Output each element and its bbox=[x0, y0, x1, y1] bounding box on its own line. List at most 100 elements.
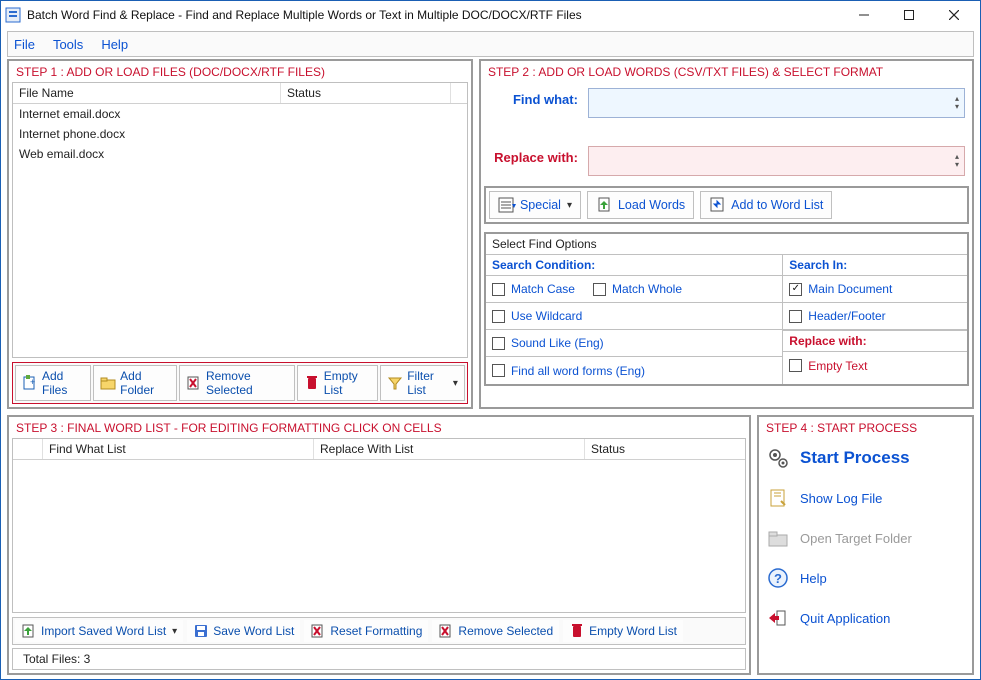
add-folder-label: Add Folder bbox=[120, 369, 170, 397]
remove-selected-button[interactable]: Remove Selected bbox=[179, 365, 295, 401]
step3-title: STEP 3 : FINAL WORD LIST - FOR EDITING F… bbox=[12, 420, 746, 438]
remove-selected-wl-button[interactable]: Remove Selected bbox=[432, 620, 559, 642]
find-options-title: Select Find Options bbox=[486, 234, 967, 254]
menu-file[interactable]: File bbox=[14, 37, 35, 52]
step4-panel: STEP 4 : START PROCESS Start Process Sho… bbox=[757, 415, 974, 675]
word-list-body bbox=[13, 460, 745, 612]
file-row[interactable]: Internet email.docx bbox=[13, 104, 467, 124]
special-label: Special bbox=[520, 198, 561, 212]
add-to-word-list-button[interactable]: Add to Word List bbox=[700, 191, 832, 219]
col-tail bbox=[451, 83, 467, 103]
file-status-cell bbox=[281, 144, 467, 164]
save-label: Save Word List bbox=[213, 624, 294, 638]
file-row[interactable]: Internet phone.docx bbox=[13, 124, 467, 144]
match-whole-checkbox[interactable]: Match Whole bbox=[593, 282, 682, 296]
find-what-input[interactable] bbox=[589, 89, 950, 117]
search-in-header: Search In: bbox=[783, 255, 967, 276]
open-target-button[interactable]: Open Target Folder bbox=[762, 518, 969, 558]
find-what-label: Find what: bbox=[488, 88, 578, 107]
add-to-list-label: Add to Word List bbox=[731, 198, 823, 212]
empty-text-checkbox[interactable]: Empty Text bbox=[789, 359, 867, 373]
empty-list-icon bbox=[304, 375, 320, 391]
replace-with-box: ▴▾ bbox=[588, 146, 965, 176]
filter-list-label: Filter List bbox=[407, 369, 447, 397]
log-icon bbox=[766, 486, 790, 510]
empty-icon bbox=[569, 623, 585, 639]
word-list[interactable]: Find What List Replace With List Status bbox=[12, 438, 746, 613]
add-files-label: Add Files bbox=[42, 369, 84, 397]
add-files-button[interactable]: + Add Files bbox=[15, 365, 91, 401]
menu-help[interactable]: Help bbox=[101, 37, 128, 52]
file-name-cell: Internet phone.docx bbox=[13, 124, 281, 144]
find-what-box: ▴▾ bbox=[588, 88, 965, 118]
help-label: Help bbox=[800, 571, 827, 586]
col-replace-with[interactable]: Replace With List bbox=[314, 439, 585, 459]
dropdown-arrow-icon: ▾ bbox=[172, 626, 177, 637]
load-words-icon bbox=[596, 196, 614, 214]
file-status-cell bbox=[281, 124, 467, 144]
main-document-checkbox[interactable]: ✓Main Document bbox=[789, 282, 892, 296]
menubar: File Tools Help bbox=[7, 31, 974, 57]
import-label: Import Saved Word List bbox=[41, 624, 166, 638]
step2-title: STEP 2 : ADD OR LOAD WORDS (CSV/TXT FILE… bbox=[484, 64, 969, 82]
file-row[interactable]: Web email.docx bbox=[13, 144, 467, 164]
help-button[interactable]: ? Help bbox=[762, 558, 969, 598]
load-words-label: Load Words bbox=[618, 198, 685, 212]
save-word-list-button[interactable]: Save Word List bbox=[187, 620, 300, 642]
add-folder-icon bbox=[100, 375, 116, 391]
replace-with-input[interactable] bbox=[589, 147, 950, 175]
quit-button[interactable]: Quit Application bbox=[762, 598, 969, 638]
search-condition-header: Search Condition: bbox=[486, 255, 782, 276]
filter-list-button[interactable]: Filter List ▾ bbox=[380, 365, 465, 401]
save-icon bbox=[193, 623, 209, 639]
menu-tools[interactable]: Tools bbox=[53, 37, 83, 52]
empty-list-label: Empty List bbox=[324, 369, 371, 397]
empty-label: Empty Word List bbox=[589, 624, 677, 638]
special-button[interactable]: Special ▾ bbox=[489, 191, 581, 219]
folder-icon bbox=[766, 526, 790, 550]
file-name-cell: Web email.docx bbox=[13, 144, 281, 164]
remove-selected-icon bbox=[186, 375, 202, 391]
show-log-button[interactable]: Show Log File bbox=[762, 478, 969, 518]
all-word-forms-checkbox[interactable]: Find all word forms (Eng) bbox=[492, 364, 645, 378]
step1-panel: STEP 1 : ADD OR LOAD FILES (DOC/DOCX/RTF… bbox=[7, 59, 473, 409]
import-icon bbox=[21, 623, 37, 639]
svg-text:?: ? bbox=[774, 571, 782, 586]
spin-down-icon[interactable]: ▾ bbox=[950, 103, 964, 111]
spin-down-icon[interactable]: ▾ bbox=[950, 161, 964, 169]
gear-icon bbox=[766, 446, 790, 470]
empty-word-list-button[interactable]: Empty Word List bbox=[563, 620, 683, 642]
header-footer-checkbox[interactable]: Header/Footer bbox=[789, 309, 885, 323]
col-filename[interactable]: File Name bbox=[13, 83, 281, 103]
add-to-list-icon bbox=[709, 196, 727, 214]
step4-title: STEP 4 : START PROCESS bbox=[762, 420, 969, 438]
add-files-icon: + bbox=[22, 375, 38, 391]
start-process-button[interactable]: Start Process bbox=[762, 438, 969, 478]
match-case-checkbox[interactable]: Match Case bbox=[492, 282, 575, 296]
status-bar: Total Files: 3 bbox=[12, 648, 746, 670]
step1-toolbar: + Add Files Add Folder Remove Selected E… bbox=[12, 362, 468, 404]
sound-like-checkbox[interactable]: Sound Like (Eng) bbox=[492, 336, 604, 350]
col-select[interactable] bbox=[13, 439, 43, 459]
col-find-what[interactable]: Find What List bbox=[43, 439, 314, 459]
maximize-button[interactable] bbox=[886, 1, 931, 29]
col-status[interactable]: Status bbox=[585, 439, 745, 459]
load-words-button[interactable]: Load Words bbox=[587, 191, 694, 219]
dropdown-arrow-icon: ▾ bbox=[453, 378, 458, 389]
replace-with-label: Replace with: bbox=[488, 146, 578, 165]
minimize-button[interactable] bbox=[841, 1, 886, 29]
quit-label: Quit Application bbox=[800, 611, 890, 626]
use-wildcard-checkbox[interactable]: Use Wildcard bbox=[492, 309, 582, 323]
col-status[interactable]: Status bbox=[281, 83, 451, 103]
reset-formatting-button[interactable]: Reset Formatting bbox=[304, 620, 428, 642]
empty-list-button[interactable]: Empty List bbox=[297, 365, 378, 401]
step3-panel: STEP 3 : FINAL WORD LIST - FOR EDITING F… bbox=[7, 415, 751, 675]
close-button[interactable] bbox=[931, 1, 976, 29]
import-word-list-button[interactable]: Import Saved Word List ▾ bbox=[15, 620, 183, 642]
word-list-header: Find What List Replace With List Status bbox=[13, 439, 745, 460]
add-folder-button[interactable]: Add Folder bbox=[93, 365, 177, 401]
window-title: Batch Word Find & Replace - Find and Rep… bbox=[27, 8, 841, 22]
reset-icon bbox=[310, 623, 326, 639]
file-list[interactable]: File Name Status Internet email.docx Int… bbox=[12, 82, 468, 358]
app-icon bbox=[5, 7, 21, 23]
